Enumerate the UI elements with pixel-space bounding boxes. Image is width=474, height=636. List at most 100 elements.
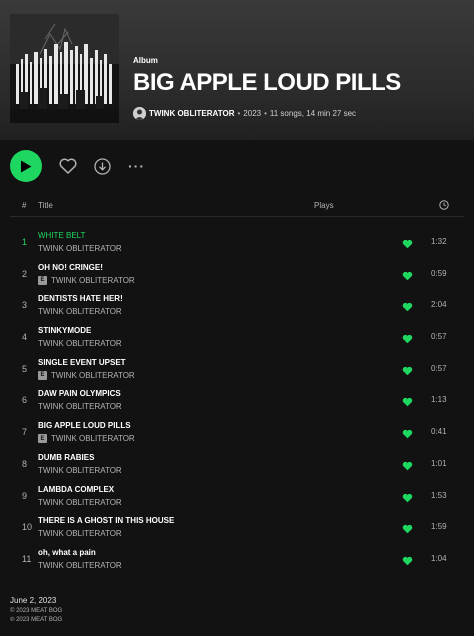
track-artist-line: TWINK OBLITERATOR [38, 244, 122, 253]
column-title[interactable]: Title [38, 201, 53, 210]
track-artist[interactable]: TWINK OBLITERATOR [38, 339, 122, 348]
tracklist: 1 WHITE BELT TWINK OBLITERATOR 1:32 2 OH NO! … [10, 226, 464, 575]
track-number: 9 [22, 490, 28, 501]
liked-heart-icon[interactable] [402, 490, 413, 508]
track-number: 11 [22, 553, 32, 564]
download-button[interactable] [94, 157, 111, 175]
artist-link[interactable]: TWINK OBLITERATOR [149, 109, 234, 118]
byline-separator: • [264, 109, 267, 118]
artist-avatar[interactable] [133, 107, 146, 120]
track-duration: 0:59 [431, 268, 447, 278]
track-title[interactable]: WHITE BELT [38, 231, 85, 240]
liked-heart-icon[interactable] [402, 553, 413, 571]
track-artist-line: E TWINK OBLITERATOR [38, 370, 135, 380]
track-artist-line: TWINK OBLITERATOR [38, 529, 122, 538]
track-row[interactable]: 9 LAMBDA COMPLEX TWINK OBLITERATOR 1:53 [10, 480, 464, 512]
track-row[interactable]: 3 DENTISTS HATE HER! TWINK OBLITERATOR 2:04 [10, 289, 464, 321]
track-artist[interactable]: TWINK OBLITERATOR [38, 498, 122, 507]
track-artist[interactable]: TWINK OBLITERATOR [38, 561, 122, 570]
track-artist[interactable]: TWINK OBLITERATOR [38, 529, 122, 538]
track-title[interactable]: oh, what a pain [38, 548, 96, 557]
track-duration: 1:32 [431, 237, 447, 246]
download-icon [94, 157, 111, 175]
liked-heart-icon[interactable] [402, 236, 413, 254]
album-meta: Album BIG APPLE LOUD PILLS TWINK OBLITER… [133, 56, 463, 120]
track-title[interactable]: DUMB RABIES [38, 453, 94, 462]
liked-heart-icon[interactable] [402, 521, 413, 539]
track-artist-line: E TWINK OBLITERATOR [38, 275, 135, 285]
album-footer: June 2, 2023 © 2023 MEAT BOG ℗ 2023 MEAT… [10, 596, 62, 623]
liked-heart-icon[interactable] [402, 299, 413, 317]
track-row[interactable]: 1 WHITE BELT TWINK OBLITERATOR 1:32 [10, 226, 464, 258]
track-row[interactable]: 10 THERE IS A GHOST IN THIS HOUSE TWINK OB… [10, 511, 464, 543]
track-duration: 1:01 [431, 458, 447, 468]
track-duration: 1:04 [431, 553, 447, 563]
track-number: 10 [22, 522, 33, 533]
track-artist-line: E TWINK OBLITERATOR [38, 434, 135, 444]
track-artist[interactable]: TWINK OBLITERATOR [38, 402, 122, 411]
track-title[interactable]: SINGLE EVENT UPSET [38, 358, 126, 367]
track-title[interactable]: DAW PAIN OLYMPICS [38, 389, 121, 398]
liked-heart-icon[interactable] [402, 394, 413, 412]
liked-heart-icon[interactable] [402, 268, 413, 286]
track-row[interactable]: 6 DAW PAIN OLYMPICS TWINK OBLITERATOR 1:13 [10, 384, 464, 416]
liked-heart-icon[interactable] [402, 331, 413, 349]
track-row[interactable]: 2 OH NO! CRINGE! E TWINK OBLITERATOR 0:59 [10, 258, 464, 290]
track-duration: 1:53 [431, 490, 447, 500]
track-artist[interactable]: TWINK OBLITERATOR [38, 307, 122, 316]
column-duration[interactable] [439, 200, 449, 212]
album-byline: TWINK OBLITERATOR • 2023 • 11 songs, 14 … [133, 107, 463, 120]
track-artist[interactable]: TWINK OBLITERATOR [38, 466, 122, 475]
track-artist[interactable]: TWINK OBLITERATOR [38, 244, 122, 253]
album-type-label: Album [133, 56, 158, 65]
track-number: 2 [22, 268, 28, 279]
action-bar: ··· [10, 149, 145, 183]
track-row[interactable]: 8 DUMB RABIES TWINK OBLITERATOR 1:01 [10, 448, 464, 480]
phonographic-copyright-line: ℗ 2023 MEAT BOG [10, 617, 63, 623]
play-button[interactable] [10, 150, 42, 182]
track-artist[interactable]: TWINK OBLITERATOR [51, 276, 135, 285]
heart-outline-icon [59, 158, 77, 174]
track-artist-line: TWINK OBLITERATOR [38, 561, 122, 570]
liked-heart-icon[interactable] [402, 458, 413, 476]
track-artist[interactable]: TWINK OBLITERATOR [51, 434, 135, 443]
track-duration: 0:57 [431, 332, 447, 342]
play-icon [21, 160, 32, 172]
track-duration: 1:59 [431, 522, 447, 532]
track-row[interactable]: 7 BIG APPLE LOUD PILLS E TWINK OBLITERATOR 0… [10, 416, 464, 448]
album-stats: 11 songs, 14 min 27 sec [269, 109, 357, 118]
album-cover-art[interactable] [10, 14, 119, 123]
track-title[interactable]: STINKYMODE [38, 326, 91, 335]
explicit-badge: E [38, 370, 47, 380]
track-row[interactable]: 5 SINGLE EVENT UPSET E TWINK OBLITERATOR 0:5… [10, 353, 464, 385]
column-plays[interactable]: Plays [314, 201, 334, 210]
track-artist[interactable]: TWINK OBLITERATOR [51, 371, 135, 380]
clock-icon [439, 200, 449, 210]
track-title[interactable]: LAMBDA COMPLEX [38, 485, 114, 494]
track-duration: 0:57 [431, 363, 447, 373]
liked-heart-icon[interactable] [402, 363, 413, 381]
explicit-badge: E [38, 434, 47, 444]
track-title[interactable]: OH NO! CRINGE! [38, 263, 103, 272]
track-title[interactable]: DENTISTS HATE HER! [38, 294, 123, 303]
column-number: # [22, 201, 27, 210]
track-artist-line: TWINK OBLITERATOR [38, 498, 122, 507]
track-artist-line: TWINK OBLITERATOR [38, 307, 122, 316]
track-row[interactable]: 11 oh, what a pain TWINK OBLITERATOR 1:04 [10, 543, 464, 575]
like-button[interactable] [59, 158, 77, 174]
track-duration: 2:04 [431, 300, 447, 310]
track-number: 7 [22, 427, 28, 438]
track-title[interactable]: BIG APPLE LOUD PILLS [38, 421, 131, 430]
track-title[interactable]: THERE IS A GHOST IN THIS HOUSE [38, 516, 174, 525]
track-number: 4 [22, 332, 28, 343]
track-number: 5 [22, 363, 28, 374]
copyright-line: © 2023 MEAT BOG [10, 608, 63, 614]
more-options-button[interactable]: ··· [128, 158, 145, 174]
track-row[interactable]: 4 STINKYMODE TWINK OBLITERATOR 0:57 [10, 321, 464, 353]
track-duration: 0:41 [431, 427, 447, 437]
explicit-badge: E [38, 275, 47, 285]
track-artist-line: TWINK OBLITERATOR [38, 466, 122, 475]
track-number: 3 [22, 300, 28, 311]
liked-heart-icon[interactable] [402, 426, 413, 444]
track-number: 6 [22, 395, 28, 406]
